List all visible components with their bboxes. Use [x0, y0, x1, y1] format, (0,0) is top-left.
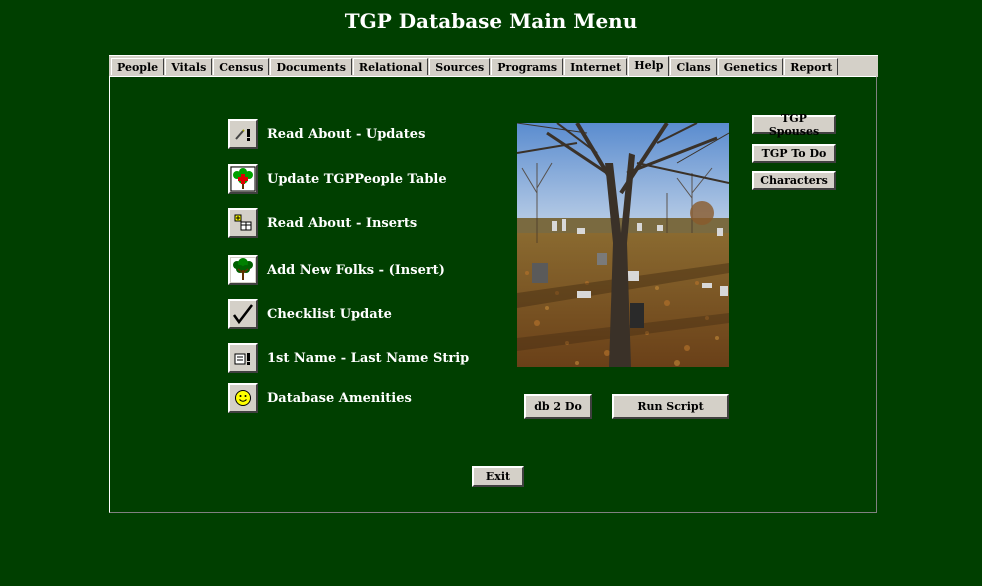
- name-strip-button[interactable]: [228, 343, 258, 373]
- tree-cross-icon: [230, 166, 256, 192]
- tab-help[interactable]: Help: [628, 56, 670, 76]
- family-tree-icon: [231, 258, 255, 282]
- read-updates-button[interactable]: [228, 119, 258, 149]
- tab-vitals[interactable]: Vitals: [165, 58, 213, 75]
- run-script-button[interactable]: Run Script: [612, 394, 729, 419]
- insert-table-icon: [234, 214, 252, 231]
- checklist-update-button[interactable]: [228, 299, 258, 329]
- tab-genetics[interactable]: Genetics: [717, 58, 784, 75]
- tab-bar: People Vitals Census Documents Relationa…: [109, 55, 878, 77]
- tab-sources[interactable]: Sources: [429, 58, 491, 75]
- read-inserts-button[interactable]: [228, 208, 258, 238]
- smiley-icon: [235, 390, 251, 406]
- cemetery-photo: [517, 123, 729, 367]
- tgp-to-do-button[interactable]: TGP To Do: [752, 144, 836, 163]
- add-new-folks-button[interactable]: [228, 255, 258, 285]
- page-title: TGP Database Main Menu: [344, 9, 638, 33]
- pencil-exclaim-icon: [235, 129, 250, 141]
- db-2-do-button[interactable]: db 2 Do: [524, 394, 592, 419]
- add-new-folks-label: Add New Folks - (Insert): [267, 262, 445, 278]
- tab-internet[interactable]: Internet: [564, 58, 628, 75]
- help-tab-panel: [109, 76, 877, 513]
- menu-item-read-inserts: Read About - Inserts: [228, 208, 417, 238]
- update-tgppeople-button[interactable]: [228, 164, 258, 194]
- menu-item-checklist-update: Checklist Update: [228, 299, 392, 329]
- checklist-update-label: Checklist Update: [267, 306, 392, 322]
- name-strip-label: 1st Name - Last Name Strip: [267, 350, 470, 366]
- checkmark-icon: [232, 304, 253, 325]
- database-amenities-button[interactable]: [228, 383, 258, 413]
- tab-people[interactable]: People: [111, 58, 165, 75]
- exit-button[interactable]: Exit: [472, 466, 524, 487]
- read-updates-label: Read About - Updates: [267, 126, 426, 142]
- tab-report[interactable]: Report: [784, 58, 839, 75]
- database-amenities-label: Database Amenities: [267, 390, 412, 406]
- read-inserts-label: Read About - Inserts: [267, 215, 418, 231]
- menu-item-name-strip: 1st Name - Last Name Strip: [228, 343, 469, 373]
- tab-clans[interactable]: Clans: [670, 58, 717, 75]
- tgp-spouses-button[interactable]: TGP Spouses: [752, 112, 836, 138]
- tab-programs[interactable]: Programs: [491, 58, 564, 75]
- characters-button[interactable]: Characters: [752, 171, 836, 190]
- menu-item-read-updates: Read About - Updates: [228, 119, 425, 149]
- menu-item-database-amenities: Database Amenities: [228, 383, 412, 413]
- tab-relational[interactable]: Relational: [352, 58, 429, 75]
- menu-item-add-new-folks: Add New Folks - (Insert): [228, 255, 445, 285]
- tab-documents[interactable]: Documents: [270, 58, 352, 75]
- tab-census[interactable]: Census: [213, 58, 270, 75]
- form-exclaim-icon: [234, 353, 250, 365]
- menu-item-update-tgppeople: Update TGPPeople Table: [228, 164, 447, 194]
- update-tgppeople-label: Update TGPPeople Table: [267, 171, 447, 187]
